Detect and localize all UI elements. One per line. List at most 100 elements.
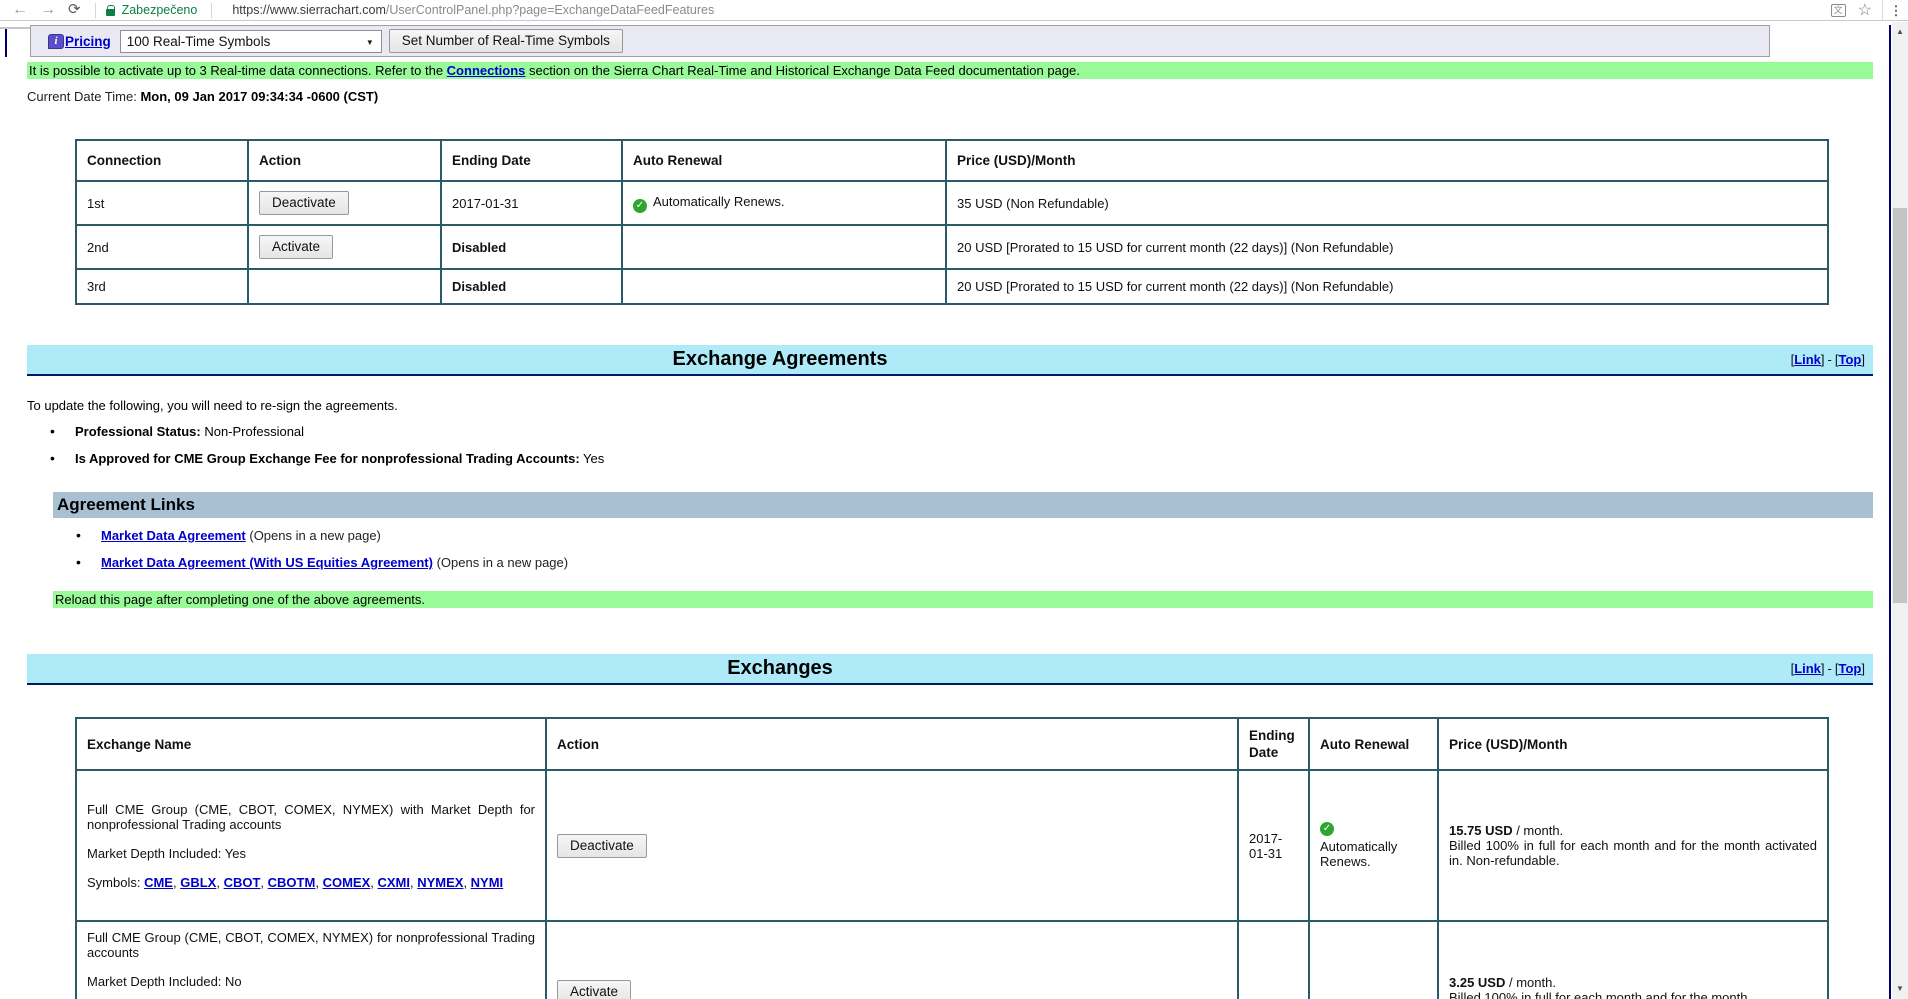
col-action: Action: [545, 717, 1239, 771]
symbol-link-cbot[interactable]: CBOT: [224, 875, 261, 890]
scroll-up-icon[interactable]: [1892, 24, 1908, 40]
pricing-link[interactable]: Pricing: [65, 34, 111, 49]
exchange-name-cell: Full CME Group (CME, CBOT, COMEX, NYMEX)…: [75, 769, 547, 922]
frame-line-left: [5, 29, 7, 57]
section-links: Link Top: [1533, 352, 1873, 367]
bookmark-star-icon[interactable]: [1858, 2, 1872, 20]
chrome-right-controls: [1830, 0, 1908, 21]
pricing-toolbar: Pricing 100 Real-Time Symbols Set Number…: [30, 25, 1770, 57]
market-data-agreement-us-equities-link[interactable]: Market Data Agreement (With US Equities …: [101, 555, 433, 570]
frame-line-right: [1889, 25, 1891, 999]
price-cell: 3.25 USD / month. Billed 100% in full fo…: [1437, 920, 1829, 999]
back-icon[interactable]: [12, 1, 28, 19]
section-top-anchor[interactable]: Top: [1839, 661, 1862, 676]
symbol-link-gblx[interactable]: GBLX: [180, 875, 216, 890]
activate-connection-button[interactable]: Activate: [259, 235, 334, 259]
scrollbar-thumb[interactable]: [1893, 208, 1907, 603]
action-cell: Activate: [545, 920, 1239, 999]
col-auto-renewal: Auto Renewal: [1308, 717, 1439, 771]
market-depth-included: Market Depth Included: Yes: [87, 845, 246, 861]
section-top-anchor[interactable]: Top: [1839, 352, 1862, 367]
url-host: https://www.sierrachart.com: [232, 3, 386, 17]
link-suffix: (Opens in a new page): [249, 528, 381, 543]
agreement-links-list: Market Data Agreement (Opens in a new pa…: [73, 527, 568, 582]
connections-link[interactable]: Connections: [447, 63, 526, 78]
section-link-anchor[interactable]: Link: [1794, 661, 1821, 676]
price-detail: Billed 100% in full for each month and f…: [1449, 990, 1748, 999]
url-path: /UserControlPanel.php?page=ExchangeDataF…: [385, 3, 715, 17]
section-link-anchor[interactable]: Link: [1794, 352, 1821, 367]
symbols-label: Symbols:: [87, 874, 141, 890]
browser-menu-icon[interactable]: [1889, 3, 1903, 19]
status-value: Non-Professional: [204, 424, 305, 439]
section-title: Exchanges: [727, 657, 833, 679]
set-number-of-symbols-button[interactable]: Set Number of Real-Time Symbols: [388, 29, 623, 53]
ending-date: Disabled: [440, 224, 623, 270]
col-price: Price (USD)/Month: [1437, 717, 1829, 771]
price-cell: 15.75 USD / month. Billed 100% in full f…: [1437, 769, 1829, 922]
translate-icon[interactable]: [1830, 4, 1846, 17]
check-icon: [633, 198, 647, 213]
info-icon[interactable]: [48, 33, 64, 49]
activate-exchange-button[interactable]: Activate: [557, 980, 632, 999]
symbol-link-nymex[interactable]: NYMEX: [417, 875, 463, 890]
price-cell: 20 USD [Prorated to 15 USD for current m…: [945, 224, 1829, 270]
auto-renewal-text: Automatically Renews.: [1320, 839, 1398, 869]
symbol-link-comex[interactable]: COMEX: [323, 875, 371, 890]
forward-icon[interactable]: [40, 1, 56, 19]
notice-text: It is possible to activate up to 3 Real-…: [29, 63, 447, 78]
screen: Zabezpečeno https://www.sierrachart.com/…: [0, 0, 1908, 999]
connection-row-3rd: 3rd Disabled 20 USD [Prorated to 15 USD …: [75, 268, 1829, 305]
symbol-link-cbotm[interactable]: CBOTM: [268, 875, 316, 890]
scroll-down-icon[interactable]: [1892, 981, 1908, 997]
notice-text: section on the Sierra Chart Real-Time an…: [525, 63, 1080, 78]
price-cell: 20 USD [Prorated to 15 USD for current m…: [945, 268, 1829, 305]
reload-notice: Reload this page after completing one of…: [53, 591, 1873, 608]
connection-row-1st: 1st Deactivate 2017-01-31 Automatically …: [75, 180, 1829, 226]
status-label: Professional Status:: [75, 424, 201, 439]
symbol-link-cme[interactable]: CME: [144, 875, 173, 890]
market-data-agreement-link[interactable]: Market Data Agreement: [101, 528, 246, 543]
section-title: Exchange Agreements: [672, 348, 888, 370]
col-action: Action: [247, 139, 442, 182]
exchanges-header: Exchanges Link Top: [27, 654, 1873, 685]
exchanges-table-header-row: Exchange Name Action Ending Date Auto Re…: [75, 717, 1829, 771]
price-cell: 35 USD (Non Refundable): [945, 180, 1829, 226]
connection-row-2nd: 2nd Activate Disabled 20 USD [Prorated t…: [75, 224, 1829, 270]
connections-table: Connection Action Ending Date Auto Renew…: [75, 139, 1829, 305]
address-bar-url[interactable]: https://www.sierrachart.com/UserControlP…: [232, 3, 714, 17]
current-date-time-label: Current Date Time:: [27, 89, 137, 104]
symbol-link-nymi[interactable]: NYMI: [471, 875, 504, 890]
price-amount: 3.25 USD: [1449, 975, 1506, 990]
col-exchange-name: Exchange Name: [75, 717, 547, 771]
agreements-intro: To update the following, you will need t…: [27, 398, 398, 413]
status-label: Is Approved for CME Group Exchange Fee f…: [75, 451, 580, 466]
connection-name: 2nd: [75, 224, 249, 270]
list-item: Market Data Agreement (With US Equities …: [73, 554, 568, 570]
reload-icon[interactable]: [68, 1, 81, 19]
ending-date: 2017-01-31: [440, 180, 623, 226]
real-time-symbols-select[interactable]: 100 Real-Time Symbols: [119, 29, 382, 53]
connections-notice: It is possible to activate up to 3 Real-…: [27, 62, 1873, 79]
col-price: Price (USD)/Month: [945, 139, 1829, 182]
agreement-status-list: Professional Status: Non-Professional Is…: [47, 423, 605, 478]
ending-date-cell: [1237, 920, 1310, 999]
market-depth-included: Market Depth Included: No: [87, 974, 242, 989]
current-date-time-value: Mon, 09 Jan 2017 09:34:34 -0600 (CST): [140, 89, 379, 104]
real-time-symbols-select-value: 100 Real-Time Symbols: [126, 33, 271, 49]
exchange-row-cme-depth: Full CME Group (CME, CBOT, COMEX, NYMEX)…: [75, 769, 1829, 922]
address-bar-divider: [94, 2, 96, 18]
exchange-row-cme: Full CME Group (CME, CBOT, COMEX, NYMEX)…: [75, 920, 1829, 999]
symbol-link-cxmi[interactable]: CXMI: [377, 875, 410, 890]
status-value: Yes: [583, 451, 605, 466]
deactivate-connection-button[interactable]: Deactivate: [259, 191, 349, 215]
deactivate-exchange-button[interactable]: Deactivate: [557, 833, 647, 858]
secure-badge[interactable]: Zabezpečeno: [122, 3, 198, 17]
auto-renewal-cell: [1308, 920, 1439, 999]
vertical-scrollbar[interactable]: [1892, 22, 1908, 999]
address-bar-divider: [211, 2, 213, 18]
lock-icon[interactable]: [105, 4, 115, 16]
action-cell-empty: [247, 268, 442, 305]
exchange-agreements-header: Exchange Agreements Link Top: [27, 345, 1873, 376]
price-unit: / month.: [1505, 975, 1556, 990]
